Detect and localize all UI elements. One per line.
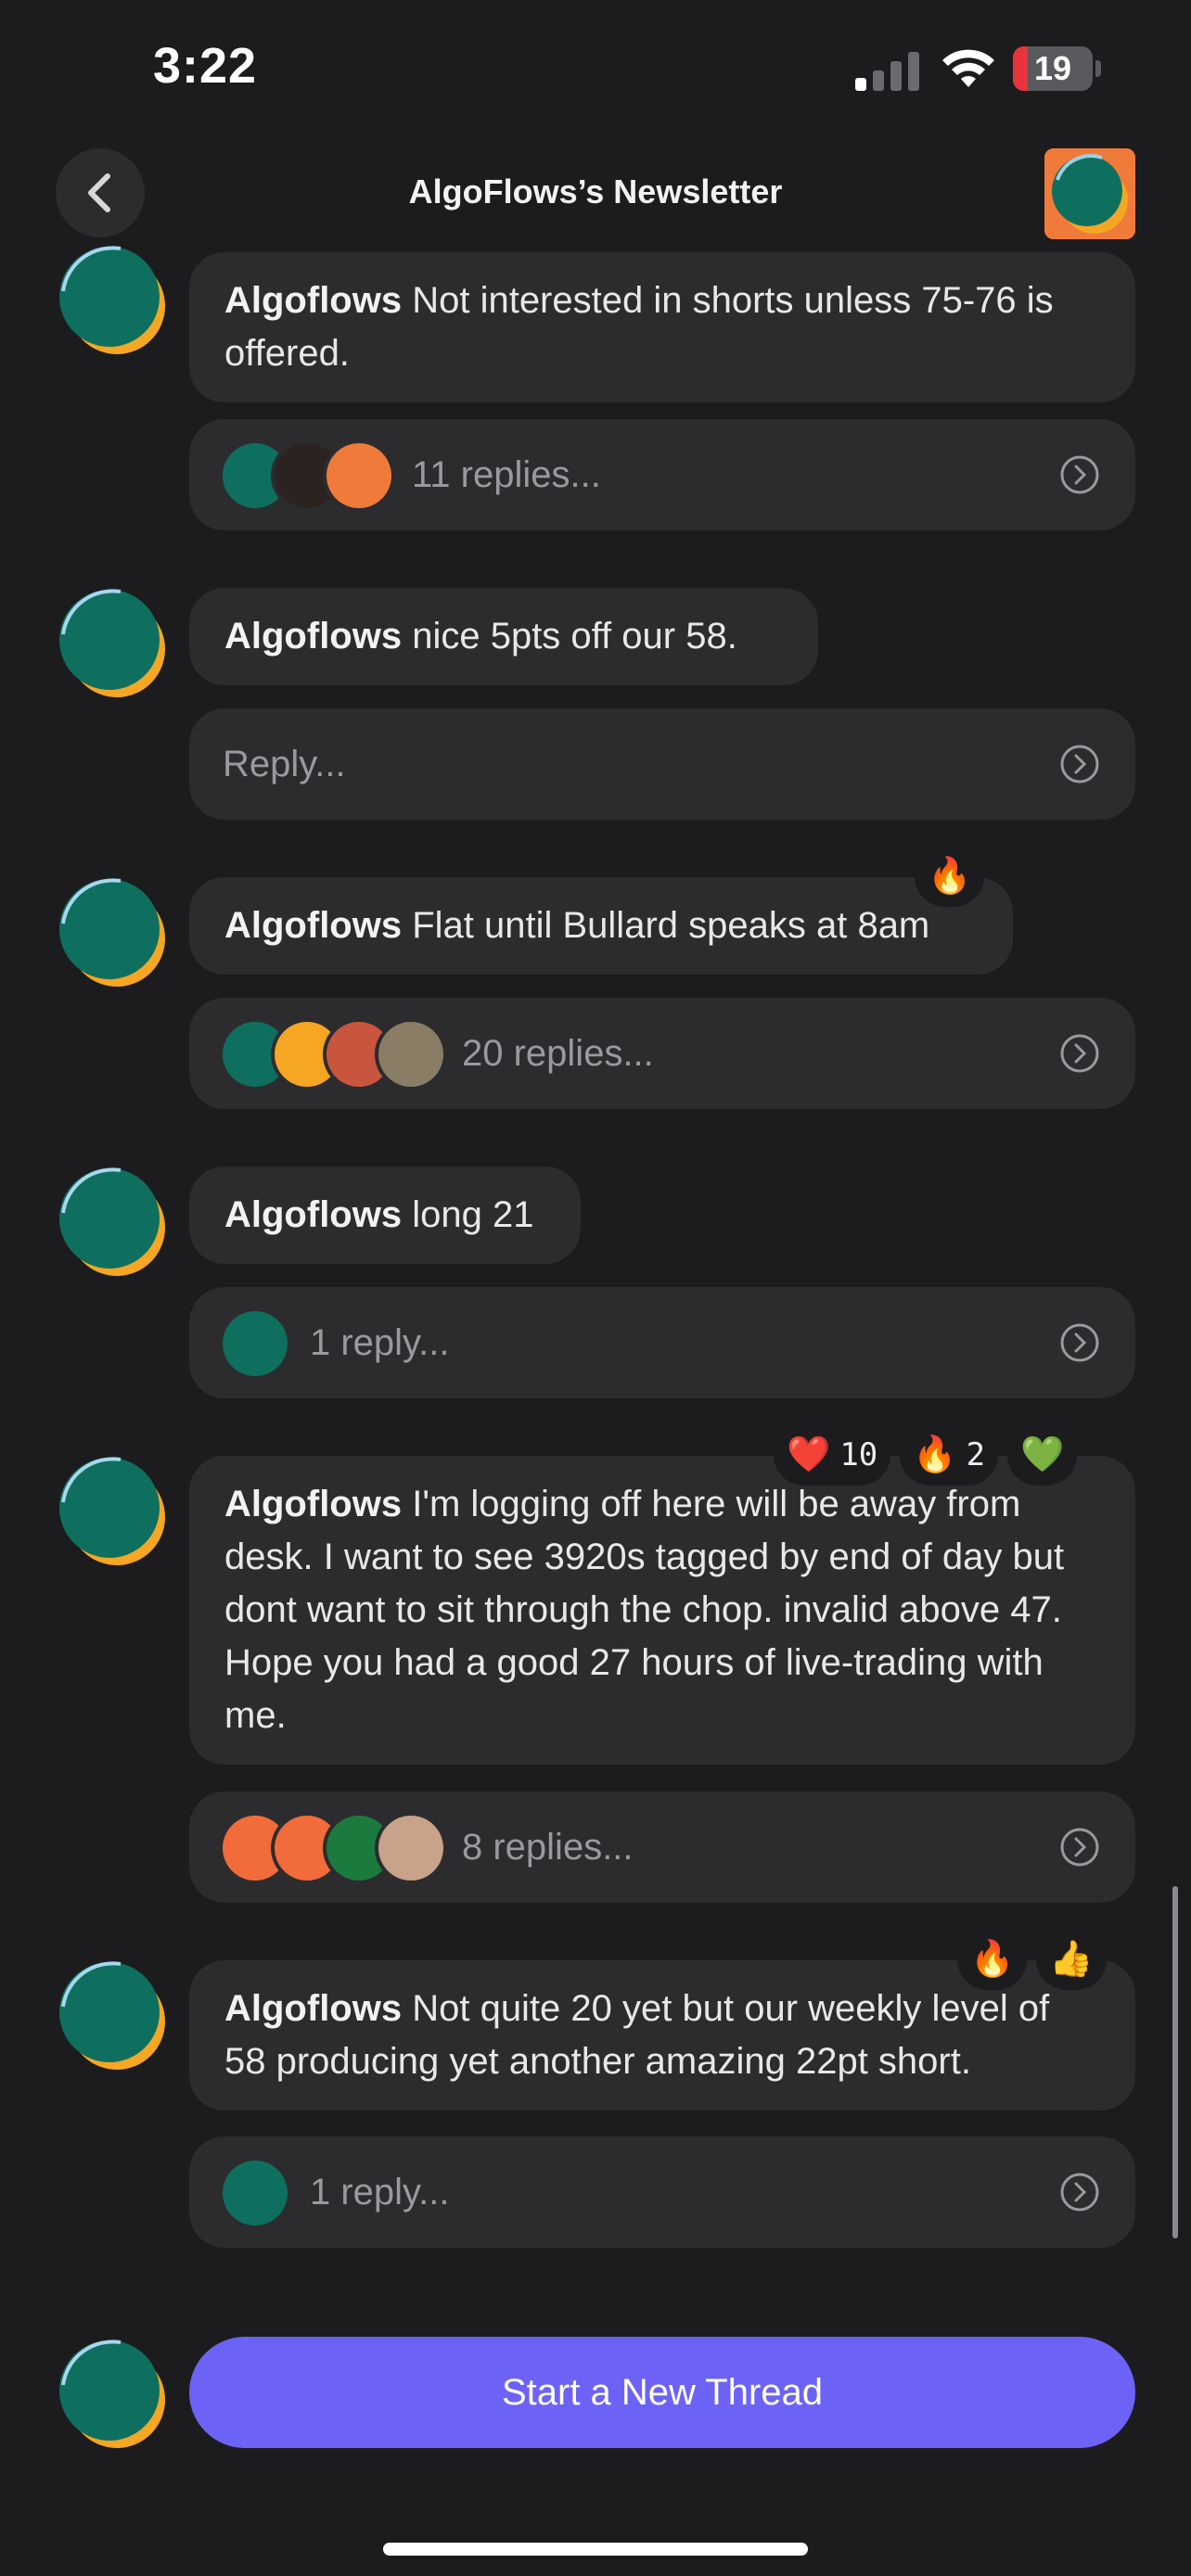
replier-avatar xyxy=(327,443,391,508)
message-author: Algoflows xyxy=(224,280,403,321)
status-time: 3:22 xyxy=(153,38,258,94)
author-avatar[interactable] xyxy=(56,1165,167,1276)
chevron-right-circle-icon xyxy=(1060,1323,1099,1362)
scrollbar[interactable] xyxy=(1172,1886,1178,2238)
nav-bar: AlgoFlows’s Newsletter xyxy=(0,139,1191,250)
author-avatar[interactable] xyxy=(56,243,167,354)
page-title: AlgoFlows’s Newsletter xyxy=(408,172,783,210)
reaction-green-heart[interactable]: 💚 xyxy=(1007,1424,1078,1486)
reaction-count: 2 xyxy=(966,1436,986,1473)
chevron-left-icon xyxy=(88,173,110,212)
home-indicator[interactable] xyxy=(383,2543,808,2556)
reply-count: 20 replies... xyxy=(462,1033,654,1074)
reaction-bar: 🔥 xyxy=(915,846,985,907)
battery-level: 19 xyxy=(1033,49,1072,87)
algoflows-logo xyxy=(59,2340,165,2448)
status-bar: 3:22 19 xyxy=(0,0,1191,139)
chevron-right-circle-icon xyxy=(1060,745,1099,784)
heart-emoji-icon: ❤️ xyxy=(787,1435,831,1474)
start-new-thread-button[interactable]: Start a New Thread xyxy=(189,2337,1135,2448)
message-bubble[interactable]: Algoflows long 21 xyxy=(189,1167,581,1264)
replier-avatar xyxy=(223,1311,288,1376)
reply-count: 1 reply... xyxy=(310,2172,450,2213)
reaction-fire[interactable]: 🔥 xyxy=(957,1929,1028,1990)
algoflows-logo xyxy=(1044,148,1135,239)
message-author: Algoflows xyxy=(224,1194,403,1235)
fire-emoji-icon: 🔥 xyxy=(928,857,972,896)
author-avatar[interactable] xyxy=(56,875,167,987)
reaction-count: 10 xyxy=(839,1436,878,1473)
reaction-thumbs-up[interactable]: 👍 xyxy=(1036,1929,1107,1990)
battery-icon: 19 xyxy=(1013,46,1102,91)
message-bubble[interactable]: Algoflows nice 5pts off our 58. xyxy=(189,588,818,685)
chevron-right-circle-icon xyxy=(1060,455,1099,494)
algoflows-logo xyxy=(59,1167,165,1276)
reply-count: 11 replies... xyxy=(412,454,601,495)
fire-emoji-icon: 🔥 xyxy=(913,1435,957,1474)
replier-avatar xyxy=(378,1022,443,1087)
replier-avatar xyxy=(223,2161,288,2225)
wifi-icon xyxy=(939,45,998,91)
message-author: Algoflows xyxy=(224,616,403,657)
message-author: Algoflows xyxy=(224,905,403,946)
replies-row[interactable]: 8 replies... xyxy=(189,1792,1135,1903)
author-avatar[interactable] xyxy=(56,586,167,697)
author-avatar[interactable] xyxy=(56,1454,167,1565)
message-bubble[interactable]: Algoflows Flat until Bullard speaks at 8… xyxy=(189,877,1013,975)
algoflows-logo xyxy=(59,878,165,987)
algoflows-logo xyxy=(59,1961,165,2070)
replier-avatar xyxy=(378,1816,443,1881)
chevron-right-circle-icon xyxy=(1060,1034,1099,1073)
reaction-bar: 🔥 👍 xyxy=(957,1929,1107,1990)
message-bubble[interactable]: Algoflows Not interested in shorts unles… xyxy=(189,252,1135,402)
algoflows-logo xyxy=(59,1457,165,1565)
message-text: Flat until Bullard speaks at 8am xyxy=(402,905,930,946)
signal-icon xyxy=(855,48,920,91)
chevron-right-circle-icon xyxy=(1060,1828,1099,1867)
author-avatar[interactable] xyxy=(56,1958,167,2070)
replies-row[interactable]: 1 reply... xyxy=(189,1287,1135,1398)
my-avatar[interactable] xyxy=(56,2337,167,2448)
newsletter-avatar[interactable] xyxy=(1044,148,1135,239)
replies-row[interactable]: 1 reply... xyxy=(189,2136,1135,2248)
message-author: Algoflows xyxy=(224,1484,403,1524)
reaction-fire[interactable]: 🔥 xyxy=(915,846,985,907)
reply-count: 8 replies... xyxy=(462,1827,634,1868)
replies-row[interactable]: 20 replies... xyxy=(189,998,1135,1109)
message-text: nice 5pts off our 58. xyxy=(402,616,737,657)
algoflows-logo xyxy=(59,589,165,697)
reply-input-row[interactable]: Reply... xyxy=(189,708,1135,820)
reaction-heart[interactable]: ❤️ 10 xyxy=(774,1424,891,1486)
reply-count: 1 reply... xyxy=(310,1322,450,1363)
message-author: Algoflows xyxy=(224,1988,403,2029)
thumbs-up-emoji-icon: 👍 xyxy=(1049,1940,1094,1979)
algoflows-logo xyxy=(59,246,165,354)
back-button[interactable] xyxy=(56,148,145,237)
reply-placeholder: Reply... xyxy=(223,744,346,784)
fire-emoji-icon: 🔥 xyxy=(970,1940,1015,1979)
message-text: long 21 xyxy=(402,1194,534,1235)
replies-row[interactable]: 11 replies... xyxy=(189,419,1135,530)
reaction-fire[interactable]: 🔥 2 xyxy=(900,1424,999,1486)
chevron-right-circle-icon xyxy=(1060,2173,1099,2212)
green-heart-emoji-icon: 💚 xyxy=(1020,1435,1065,1474)
reaction-bar: ❤️ 10 🔥 2 💚 xyxy=(774,1424,1078,1486)
message-bubble[interactable]: Algoflows I'm logging off here will be a… xyxy=(189,1456,1135,1765)
